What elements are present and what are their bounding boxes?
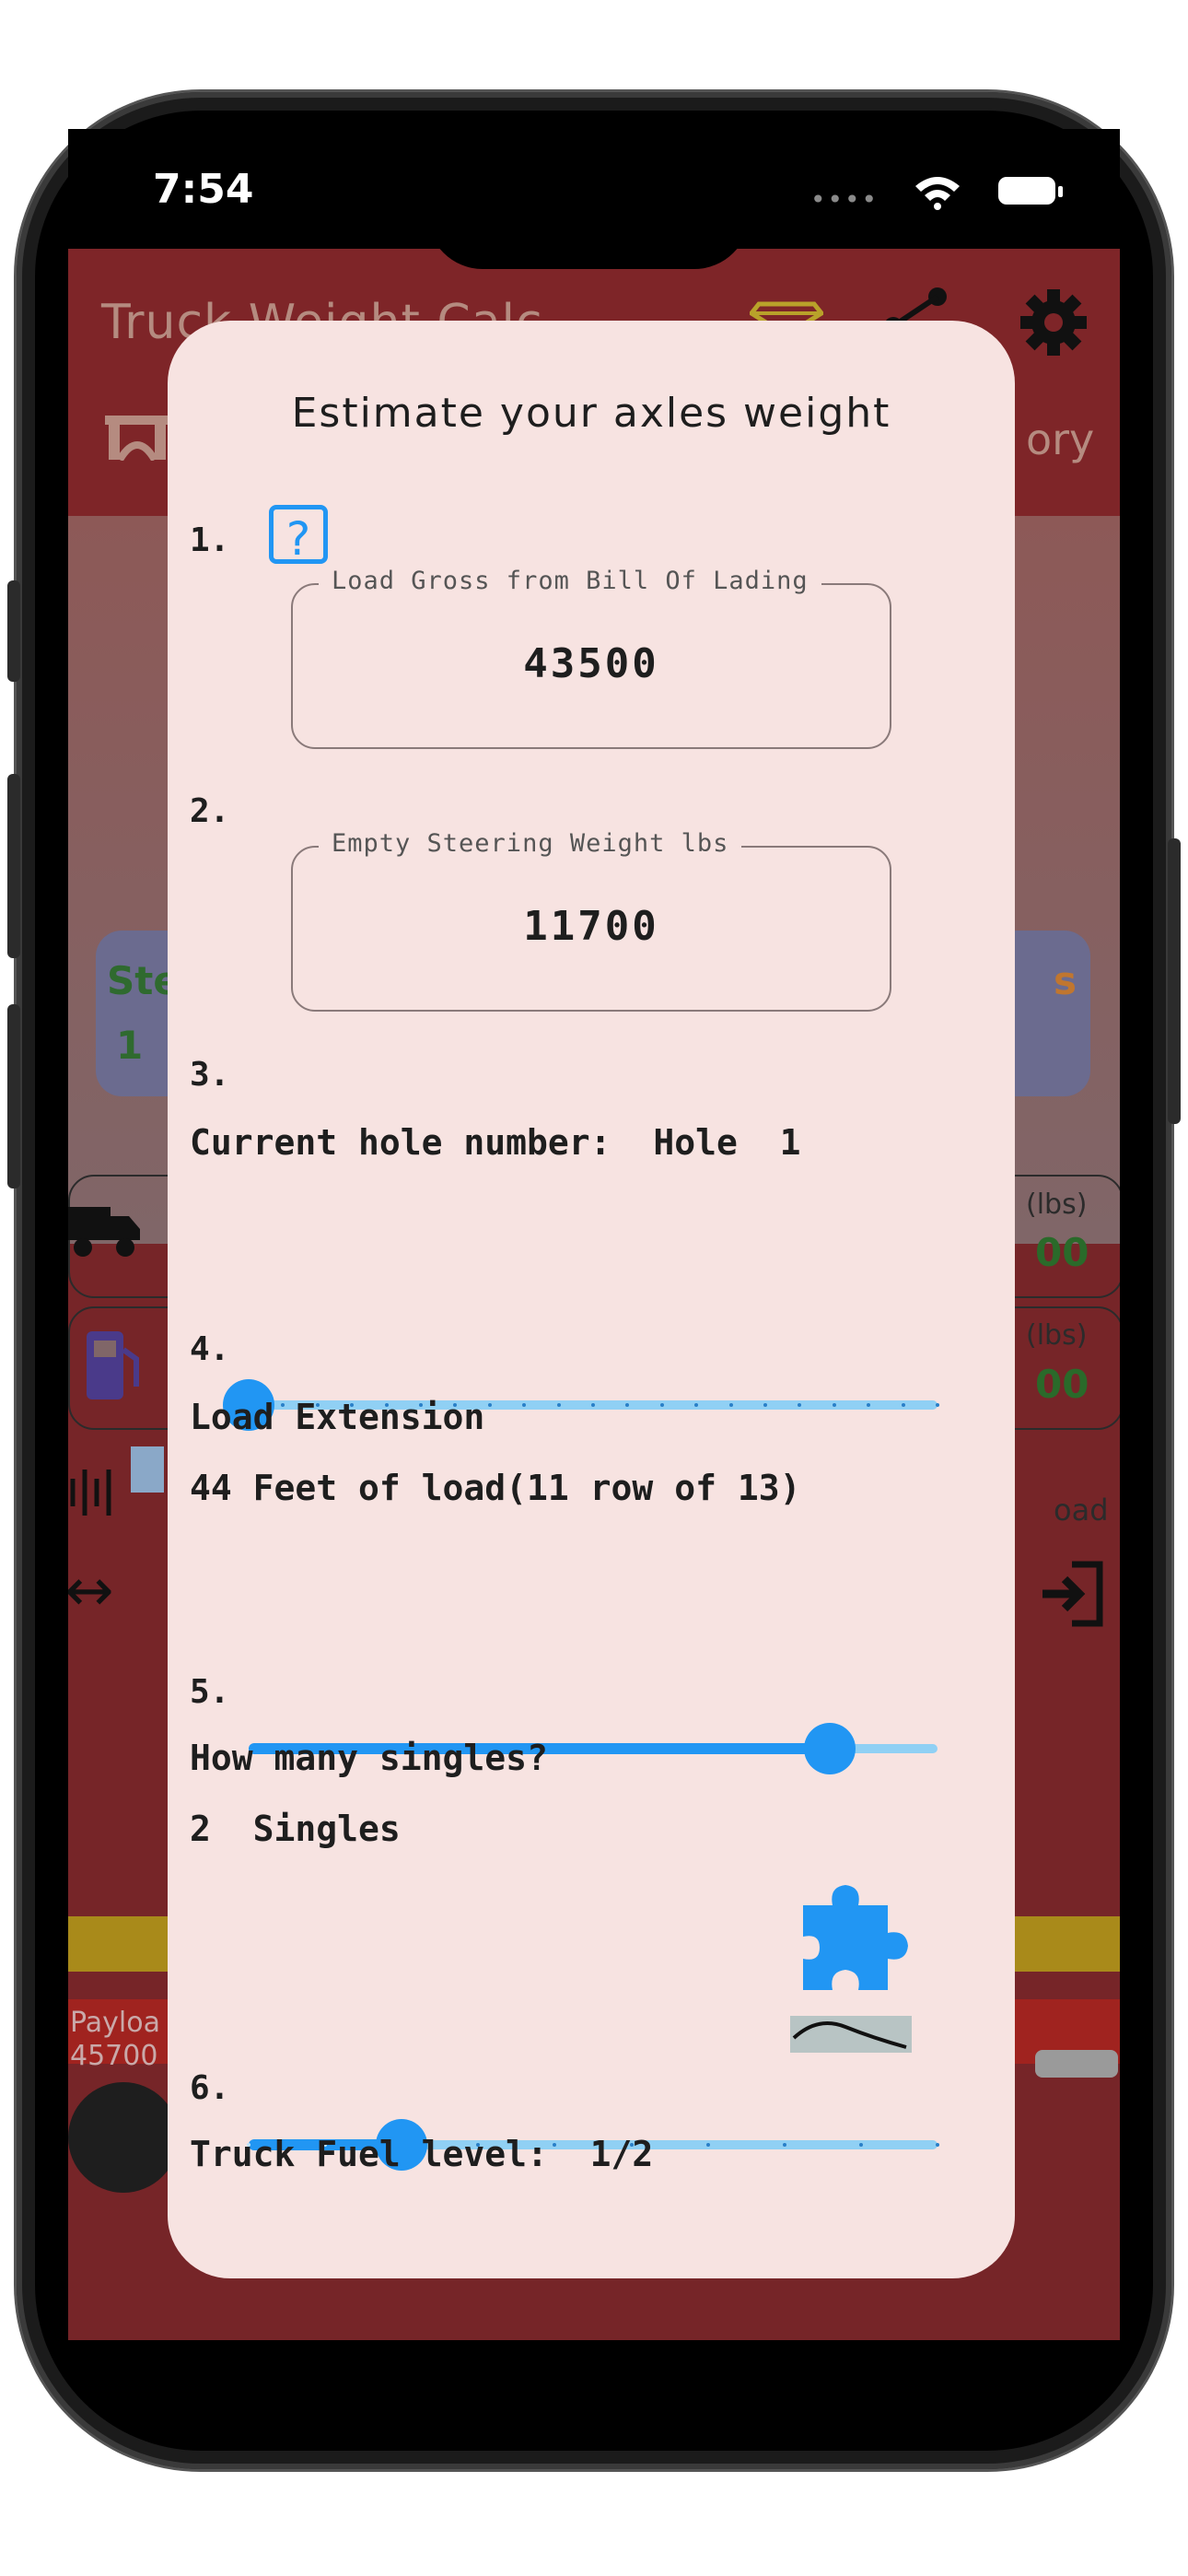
slider-tick: [936, 2143, 939, 2147]
load-gross-label: Load Gross from Bill Of Lading: [319, 567, 821, 595]
load-extension-label: Load Extension: [190, 1397, 485, 1437]
step-3-number: 3.: [190, 1056, 230, 1094]
slider-tick: [763, 1403, 767, 1407]
load-extension-value: 44 Feet of load(11 row of 13): [190, 1468, 801, 1508]
slider-tick: [858, 2143, 863, 2147]
slider-tick: [659, 1403, 664, 1407]
payload-value: 45700: [70, 2040, 158, 2072]
step-6-number: 6.: [190, 2069, 230, 2107]
load-gross-value[interactable]: 43500: [293, 640, 890, 687]
slider-tick: [705, 2143, 710, 2147]
volume-down-button: [7, 1004, 20, 1188]
swap-arrows-icon[interactable]: ↔: [68, 1557, 114, 1625]
load-diagram-box: [131, 1446, 164, 1493]
slider-tick: [782, 2143, 786, 2147]
slider-tick: [591, 1403, 595, 1407]
slider-tick: [728, 1403, 733, 1407]
row2-value: 00: [1035, 1362, 1089, 1407]
fuel-pump-icon: [87, 1331, 139, 1399]
volume-up-button: [7, 774, 20, 958]
step-1-number: 1.: [190, 521, 230, 559]
puzzle-icon[interactable]: [792, 1878, 912, 1997]
step-5-number: 5.: [190, 1673, 230, 1711]
slider-tick: [832, 1403, 836, 1407]
hole-number-label: Current hole number: Hole 1: [190, 1122, 801, 1163]
slider-tick: [487, 1403, 492, 1407]
slider-thumb[interactable]: [803, 1723, 856, 1774]
scale-bars-icon: [70, 1469, 111, 1516]
steering-value: 1: [116, 1023, 144, 1068]
truck-wheel: [68, 2082, 179, 2193]
bridge-icon[interactable]: [105, 410, 169, 461]
mute-switch: [7, 580, 20, 682]
exit-icon[interactable]: [1035, 1557, 1109, 1631]
screen: 7:54 •••• Truck Weight Calc: [68, 129, 1120, 2340]
row1-value: 00: [1035, 1230, 1089, 1275]
singles-value: 2 Singles: [190, 1809, 401, 1849]
estimate-dialog: Estimate your axles weight 1. ? Load Gro…: [168, 321, 1015, 2278]
empty-steering-label: Empty Steering Weight lbs: [319, 829, 742, 858]
gear-icon[interactable]: [1017, 286, 1090, 359]
singles-label: How many singles?: [190, 1738, 548, 1778]
empty-steering-value[interactable]: 11700: [293, 903, 890, 950]
empty-steering-field[interactable]: Empty Steering Weight lbs 11700: [291, 829, 891, 1012]
fuel-level-label: Truck Fuel level: 1/2: [190, 2134, 654, 2174]
wifi-icon: [915, 177, 960, 210]
slider-tick: [936, 1403, 939, 1407]
truck-icon: [68, 1207, 140, 1257]
step-4-number: 4.: [190, 1330, 230, 1368]
slider-tick: [901, 1403, 905, 1407]
history-tab[interactable]: ory: [1026, 415, 1094, 464]
payload-label: Payloa 45700: [70, 2007, 160, 2073]
trailer-tail: [1035, 2050, 1118, 2078]
dynamic-island: [427, 129, 750, 269]
power-button: [1168, 838, 1181, 1124]
axle-curve-graph: [790, 2016, 912, 2053]
payload-title: Payloa: [70, 2007, 160, 2039]
battery-icon: [998, 177, 1063, 205]
status-time: 7:54: [153, 166, 254, 213]
row2-unit: (lbs): [1026, 1319, 1088, 1352]
load-label: oad: [1054, 1493, 1109, 1528]
load-gross-field[interactable]: Load Gross from Bill Of Lading 43500: [291, 567, 891, 749]
steering-right-label: s: [1054, 958, 1077, 1003]
step-2-number: 2.: [190, 792, 230, 830]
row1-unit: (lbs): [1026, 1188, 1088, 1221]
slider-tick: [556, 1403, 561, 1407]
signal-dots: ••••: [809, 184, 879, 215]
help-button[interactable]: ?: [269, 505, 328, 566]
dialog-title: Estimate your axles weight: [291, 390, 891, 437]
